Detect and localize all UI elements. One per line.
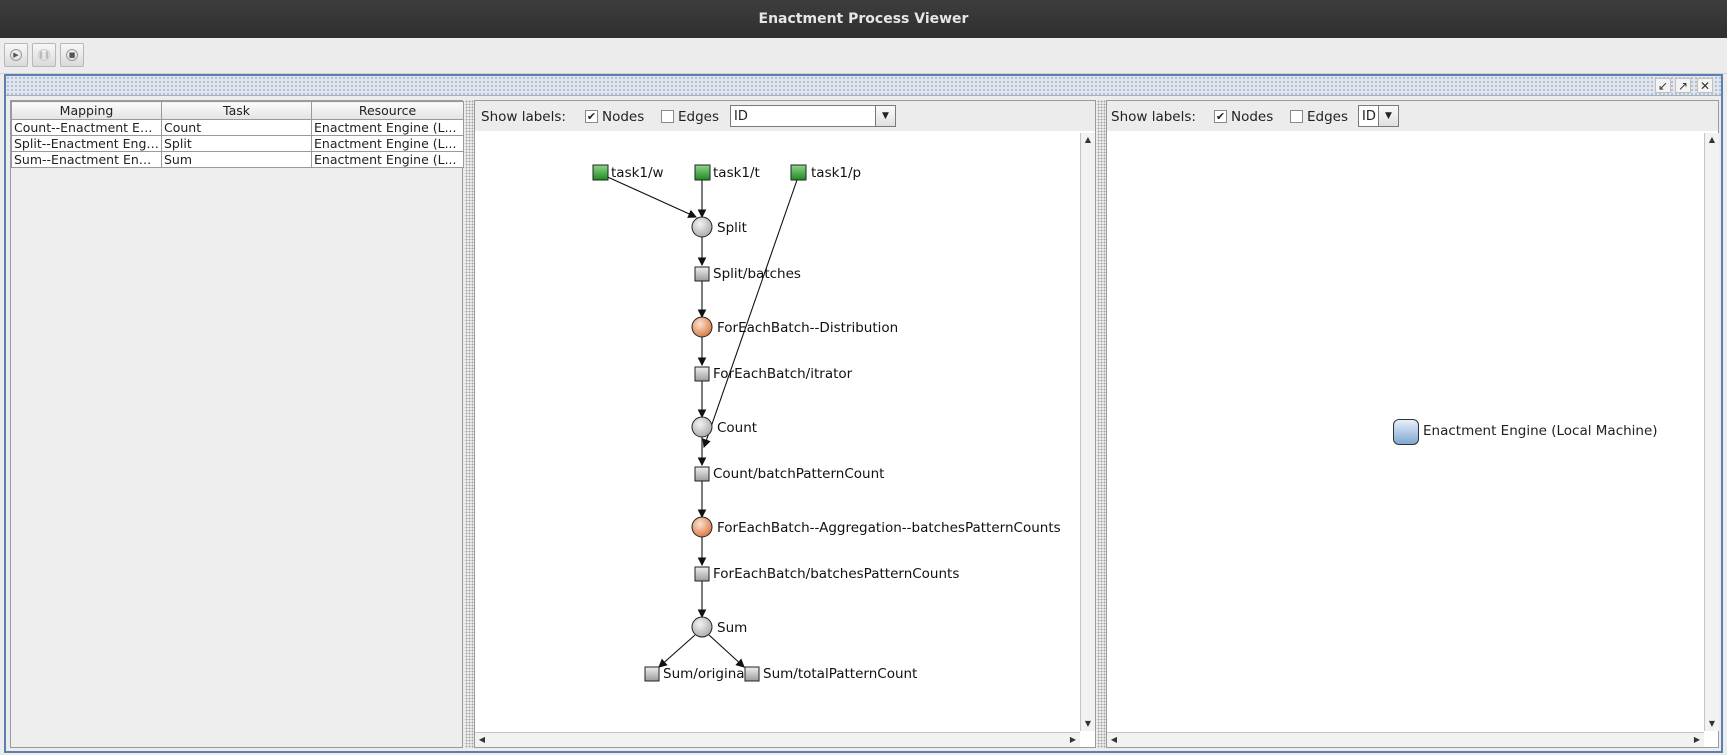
- column-header-mapping[interactable]: Mapping: [11, 101, 162, 120]
- node-label: Split: [717, 220, 747, 236]
- control-node[interactable]: [691, 516, 713, 538]
- process-graph[interactable]: task1/w task1/t task1/p Split Split/batc…: [475, 131, 1075, 731]
- frame-titlebar[interactable]: ↙ ↗ ✕: [6, 76, 1721, 96]
- graph-edge: [708, 634, 745, 668]
- table-row[interactable]: Sum--Enactment Engi... Sum Enactment Eng…: [11, 151, 464, 168]
- node-label: ForEachBatch/itrator: [713, 366, 853, 382]
- scroll-left-icon[interactable]: ◀: [1107, 733, 1121, 747]
- node-label: Split/batches: [713, 266, 801, 282]
- node-label: Count: [717, 420, 757, 436]
- data-node[interactable]: [644, 666, 660, 682]
- label-mode-select[interactable]: ID ▼: [730, 105, 896, 127]
- node-label: task1/w: [611, 165, 664, 181]
- scroll-right-icon[interactable]: ▶: [1690, 733, 1704, 747]
- node-label: ForEachBatch--Distribution: [717, 320, 898, 336]
- table-cell[interactable]: Count: [161, 119, 312, 136]
- pause-button[interactable]: ❚❚: [32, 43, 56, 67]
- data-node[interactable]: [694, 466, 710, 482]
- stop-icon: ■: [66, 49, 78, 61]
- source-node[interactable]: [694, 164, 711, 181]
- node-label: ForEachBatch--Aggregation--batchesPatter…: [717, 520, 1061, 536]
- source-node[interactable]: [592, 164, 609, 181]
- mapping-table: Mapping Task Resource Count--Enactment E…: [11, 101, 464, 168]
- stop-button[interactable]: ■: [60, 43, 84, 67]
- edges-checkbox[interactable]: [1290, 110, 1303, 123]
- vertical-scrollbar[interactable]: ▲ ▼: [1704, 133, 1719, 731]
- data-node[interactable]: [694, 266, 710, 282]
- nodes-checkbox[interactable]: ✔: [1214, 110, 1227, 123]
- toolbar: ▶ ❚❚ ■: [0, 38, 1727, 74]
- column-header-resource[interactable]: Resource: [311, 101, 464, 120]
- control-node[interactable]: [691, 316, 713, 338]
- scroll-up-icon[interactable]: ▲: [1705, 133, 1719, 147]
- split-pane-divider[interactable]: [1097, 100, 1106, 748]
- minimize-icon[interactable]: ↙: [1655, 78, 1671, 93]
- data-node[interactable]: [694, 566, 710, 582]
- vertical-scrollbar[interactable]: ▲ ▼: [1080, 133, 1095, 731]
- horizontal-scrollbar[interactable]: ◀ ▶: [1107, 732, 1704, 747]
- table-cell[interactable]: Split: [161, 135, 312, 152]
- label-mode-value: ID: [1362, 109, 1376, 124]
- nodes-label: Nodes: [1231, 109, 1274, 125]
- close-icon[interactable]: ✕: [1697, 78, 1713, 93]
- task-node[interactable]: [691, 416, 713, 438]
- label-mode-select[interactable]: ID ▼: [1358, 105, 1399, 127]
- scroll-right-icon[interactable]: ▶: [1066, 733, 1080, 747]
- table-row[interactable]: Count--Enactment En... Count Enactment E…: [11, 119, 464, 136]
- table-cell[interactable]: Sum: [161, 151, 312, 168]
- pause-icon: ❚❚: [38, 49, 50, 61]
- table-cell[interactable]: Count--Enactment En...: [11, 119, 162, 136]
- node-label: task1/t: [713, 165, 760, 181]
- node-label: Sum/originalS: [663, 666, 757, 682]
- horizontal-scrollbar[interactable]: ◀ ▶: [475, 732, 1080, 747]
- data-node[interactable]: [744, 666, 760, 682]
- resource-node-label: Enactment Engine (Local Machine): [1423, 423, 1658, 439]
- table-cell[interactable]: Enactment Engine (L...: [311, 119, 464, 136]
- data-node[interactable]: [694, 366, 710, 382]
- resource-graph-header: Show labels: ✔ Nodes Edges ID ▼: [1107, 101, 1718, 131]
- play-icon: ▶: [10, 49, 22, 61]
- edges-checkbox[interactable]: [661, 110, 674, 123]
- nodes-label: Nodes: [602, 109, 645, 125]
- node-label: Sum/totalPatternCount: [763, 666, 917, 682]
- chevron-down-icon[interactable]: ▼: [875, 106, 895, 126]
- table-row[interactable]: Split--Enactment Engi... Split Enactment…: [11, 135, 464, 152]
- show-labels-label: Show labels:: [1111, 109, 1196, 125]
- table-cell[interactable]: Split--Enactment Engi...: [11, 135, 162, 152]
- show-labels-label: Show labels:: [481, 109, 566, 125]
- window-title: Enactment Process Viewer: [0, 0, 1727, 38]
- split-pane-divider[interactable]: [465, 100, 474, 748]
- task-node[interactable]: [691, 616, 713, 638]
- scroll-down-icon[interactable]: ▼: [1705, 717, 1719, 731]
- internal-frame: ↙ ↗ ✕ Mapping Task Resource Count--Enact…: [4, 74, 1723, 753]
- resource-node[interactable]: [1393, 419, 1419, 445]
- graph-edge: [658, 634, 696, 668]
- chevron-down-icon[interactable]: ▼: [1378, 106, 1398, 126]
- maximize-icon[interactable]: ↗: [1675, 78, 1691, 93]
- node-label: Count/batchPatternCount: [713, 466, 884, 482]
- process-graph-header: Show labels: ✔ Nodes Edges ID ▼: [475, 101, 1095, 131]
- scroll-left-icon[interactable]: ◀: [475, 733, 489, 747]
- source-node[interactable]: [790, 164, 807, 181]
- table-cell[interactable]: Enactment Engine (L...: [311, 151, 464, 168]
- label-mode-value: ID: [734, 109, 748, 124]
- nodes-checkbox[interactable]: ✔: [585, 110, 598, 123]
- mapping-table-panel: Mapping Task Resource Count--Enactment E…: [10, 100, 464, 748]
- node-label: task1/p: [811, 165, 861, 181]
- node-label: Sum: [717, 620, 747, 636]
- task-node[interactable]: [691, 216, 713, 238]
- process-graph-panel: Show labels: ✔ Nodes Edges ID ▼ task1/w …: [474, 100, 1096, 748]
- table-cell[interactable]: Sum--Enactment Engi...: [11, 151, 162, 168]
- column-header-task[interactable]: Task: [161, 101, 312, 120]
- table-cell[interactable]: Enactment Engine (L...: [311, 135, 464, 152]
- edges-label: Edges: [678, 109, 720, 125]
- edges-label: Edges: [1307, 109, 1349, 125]
- play-button[interactable]: ▶: [4, 43, 28, 67]
- scroll-down-icon[interactable]: ▼: [1081, 717, 1095, 731]
- scroll-up-icon[interactable]: ▲: [1081, 133, 1095, 147]
- node-label: ForEachBatch/batchesPatternCounts: [713, 566, 959, 582]
- resource-graph-panel: Show labels: ✔ Nodes Edges ID ▼ Enactmen…: [1106, 100, 1719, 748]
